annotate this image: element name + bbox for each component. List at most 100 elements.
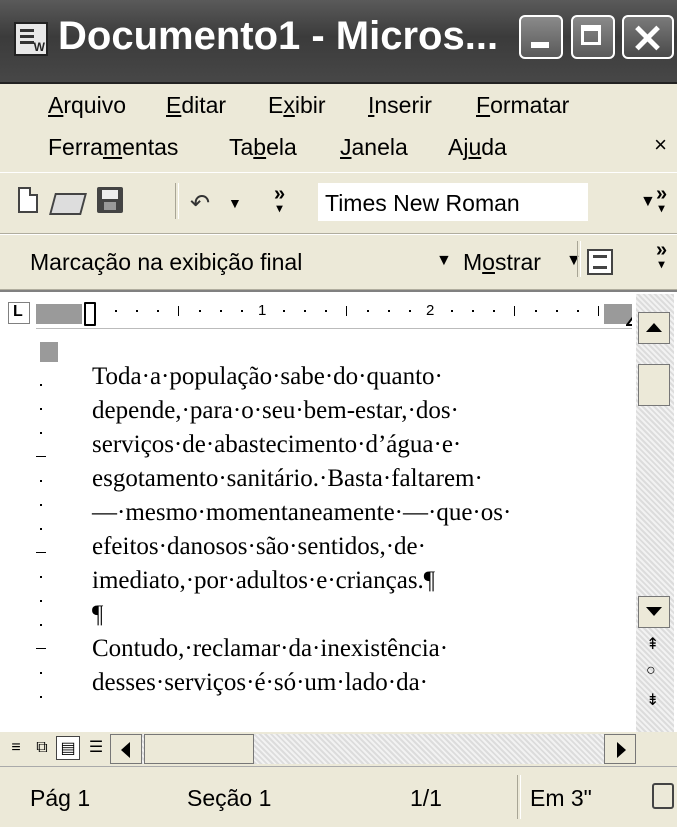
status-page: Pág 1	[30, 785, 91, 811]
ruler-left-margin	[36, 304, 82, 324]
ruler-tick	[493, 310, 495, 312]
document-area: 12 Toda·a·população·sabe·do·quanto·depen…	[0, 290, 677, 766]
tab-selector-icon[interactable]	[8, 302, 30, 324]
toolbar-overflow-chevron-icon[interactable]: » ▾	[656, 240, 667, 271]
outline-view-icon[interactable]: ☰	[84, 736, 108, 760]
vertical-ruler-tick	[40, 624, 42, 626]
undo-icon[interactable]: ↶	[190, 189, 210, 218]
menu-item[interactable]: Arquivo	[48, 92, 126, 119]
select-browse-object-icon[interactable]: ○	[646, 662, 656, 680]
show-label-post: strar	[494, 249, 541, 275]
vertical-ruler-tick	[40, 432, 42, 434]
ruler-tick	[178, 306, 179, 316]
vertical-ruler-tick	[36, 456, 46, 457]
ruler-tick	[325, 310, 327, 312]
show-menu-button[interactable]: Mostrar	[463, 243, 541, 281]
right-indent-marker-icon[interactable]	[624, 310, 632, 326]
ruler-tick	[577, 310, 579, 312]
title-bar[interactable]: Documento1 - Micros...	[0, 0, 677, 84]
vertical-scrollbar[interactable]: ⇞ ○ ⇟	[636, 294, 674, 732]
normal-view-icon[interactable]: ≡	[4, 736, 28, 760]
undo-dropdown-arrow[interactable]: ▼	[228, 195, 242, 211]
markup-dropdown-arrow[interactable]: ▼	[436, 252, 452, 270]
save-disk-icon[interactable]	[97, 187, 123, 213]
markup-display-select[interactable]: Marcação na exibição final	[30, 243, 460, 281]
next-object-icon[interactable]: ⇟	[646, 690, 659, 710]
menu-item[interactable]: Tabela	[229, 134, 297, 161]
menu-item[interactable]: Ajuda	[448, 134, 507, 161]
font-dropdown-arrow[interactable]: ▼	[640, 193, 656, 211]
spelling-status-icon[interactable]	[652, 783, 674, 809]
document-line[interactable]: desses·serviços·é·só·um·lado·da·	[92, 666, 632, 700]
ruler-tick	[283, 310, 285, 312]
web-layout-view-icon[interactable]: ⧉	[30, 736, 54, 760]
close-button[interactable]	[622, 15, 674, 59]
new-document-icon[interactable]	[18, 187, 38, 213]
ruler-tick	[388, 310, 390, 312]
toolbar-overflow-chevron-icon[interactable]: » ▾	[274, 184, 285, 215]
horizontal-scroll-area: ≡ ⧉ ▤ ☰	[0, 732, 677, 766]
document-line[interactable]: depende,·para·o·seu·bem-estar,·dos·	[92, 394, 632, 428]
horizontal-ruler[interactable]: 12	[36, 298, 632, 329]
menu-item[interactable]: Inserir	[368, 92, 432, 119]
vertical-ruler-tick	[40, 600, 42, 602]
vertical-ruler-tick	[36, 648, 46, 649]
scroll-up-button[interactable]	[638, 312, 670, 344]
open-folder-icon[interactable]	[49, 193, 87, 215]
menu-item[interactable]: Editar	[166, 92, 226, 119]
document-page[interactable]: Toda·a·população·sabe·do·quanto· depende,…	[66, 330, 636, 746]
ruler-tick	[241, 310, 243, 312]
maximize-button[interactable]	[571, 15, 615, 59]
print-layout-view-icon[interactable]: ▤	[56, 736, 80, 760]
close-document-icon[interactable]: ×	[654, 132, 667, 158]
vertical-ruler-tick	[40, 576, 42, 578]
menu-item[interactable]: Janela	[340, 134, 408, 161]
vertical-ruler-tick	[40, 408, 42, 410]
document-line[interactable]: esgotamento·sanitário.·Basta·faltarem·	[92, 462, 632, 496]
document-line[interactable]: imediato,·por·adultos·e·crianças.¶	[92, 564, 632, 598]
ruler-tick	[598, 306, 599, 316]
scroll-left-button[interactable]	[110, 734, 142, 764]
horizontal-scrollbar[interactable]	[110, 734, 636, 764]
reviewing-toolbar: Marcação na exibição final ▼ Mostrar ▼ »…	[0, 234, 677, 290]
ruler-tick	[157, 310, 159, 312]
menu-item[interactable]: Exibir	[268, 92, 326, 119]
accept-change-icon[interactable]	[587, 249, 613, 275]
toolbar-separator	[577, 241, 581, 277]
ruler-tick	[115, 310, 117, 312]
status-separator	[517, 775, 521, 819]
ruler-ticks: 12	[82, 298, 602, 328]
status-page-count: 1/1	[410, 785, 442, 811]
document-line[interactable]: ¶	[92, 598, 632, 632]
scroll-down-button[interactable]	[638, 596, 670, 628]
font-name-field[interactable]: Times New Roman	[318, 183, 588, 221]
ruler-tick	[535, 310, 537, 312]
menu-bar: Arquivo Editar Exibir Inserir Formatar × Fer…	[0, 84, 677, 170]
previous-object-icon[interactable]: ⇞	[646, 634, 659, 654]
horizontal-scroll-thumb[interactable]	[144, 734, 254, 764]
toolbar-overflow-chevron-icon[interactable]: » ▾	[656, 184, 667, 215]
ruler-tick	[514, 306, 515, 316]
menu-item[interactable]: Ferramentas	[48, 134, 178, 161]
document-line[interactable]: Contudo,·reclamar·da·inexistência·	[92, 632, 632, 666]
scroll-right-button[interactable]	[604, 734, 636, 764]
ruler-number: 2	[426, 302, 435, 319]
word-app-icon[interactable]	[14, 22, 48, 56]
vertical-ruler-tick	[40, 528, 42, 530]
ruler-tick	[556, 310, 558, 312]
minimize-button[interactable]	[519, 15, 563, 59]
ruler-tick	[199, 310, 201, 312]
ruler-tick	[409, 310, 411, 312]
vertical-scroll-thumb[interactable]	[638, 364, 670, 406]
document-line[interactable]: Toda·a·população·sabe·do·quanto·	[92, 360, 632, 394]
status-section: Seção 1	[187, 785, 272, 811]
menu-item[interactable]: Formatar	[476, 92, 569, 119]
document-line[interactable]: efeitos·danosos·são·sentidos,·de·	[92, 530, 632, 564]
left-indent-marker-icon[interactable]	[84, 302, 96, 326]
vertical-ruler[interactable]	[28, 340, 40, 740]
document-line[interactable]: serviços·de·abastecimento·d’água·e·	[92, 428, 632, 462]
menu-row-2: × Ferramentas Tabela Janela Ajuda	[0, 126, 677, 168]
document-line[interactable]: —·mesmo·momentaneamente·—·que·os·	[92, 496, 632, 530]
ruler-tick	[220, 310, 222, 312]
document-text[interactable]: Toda·a·população·sabe·do·quanto· depende,…	[92, 360, 632, 700]
